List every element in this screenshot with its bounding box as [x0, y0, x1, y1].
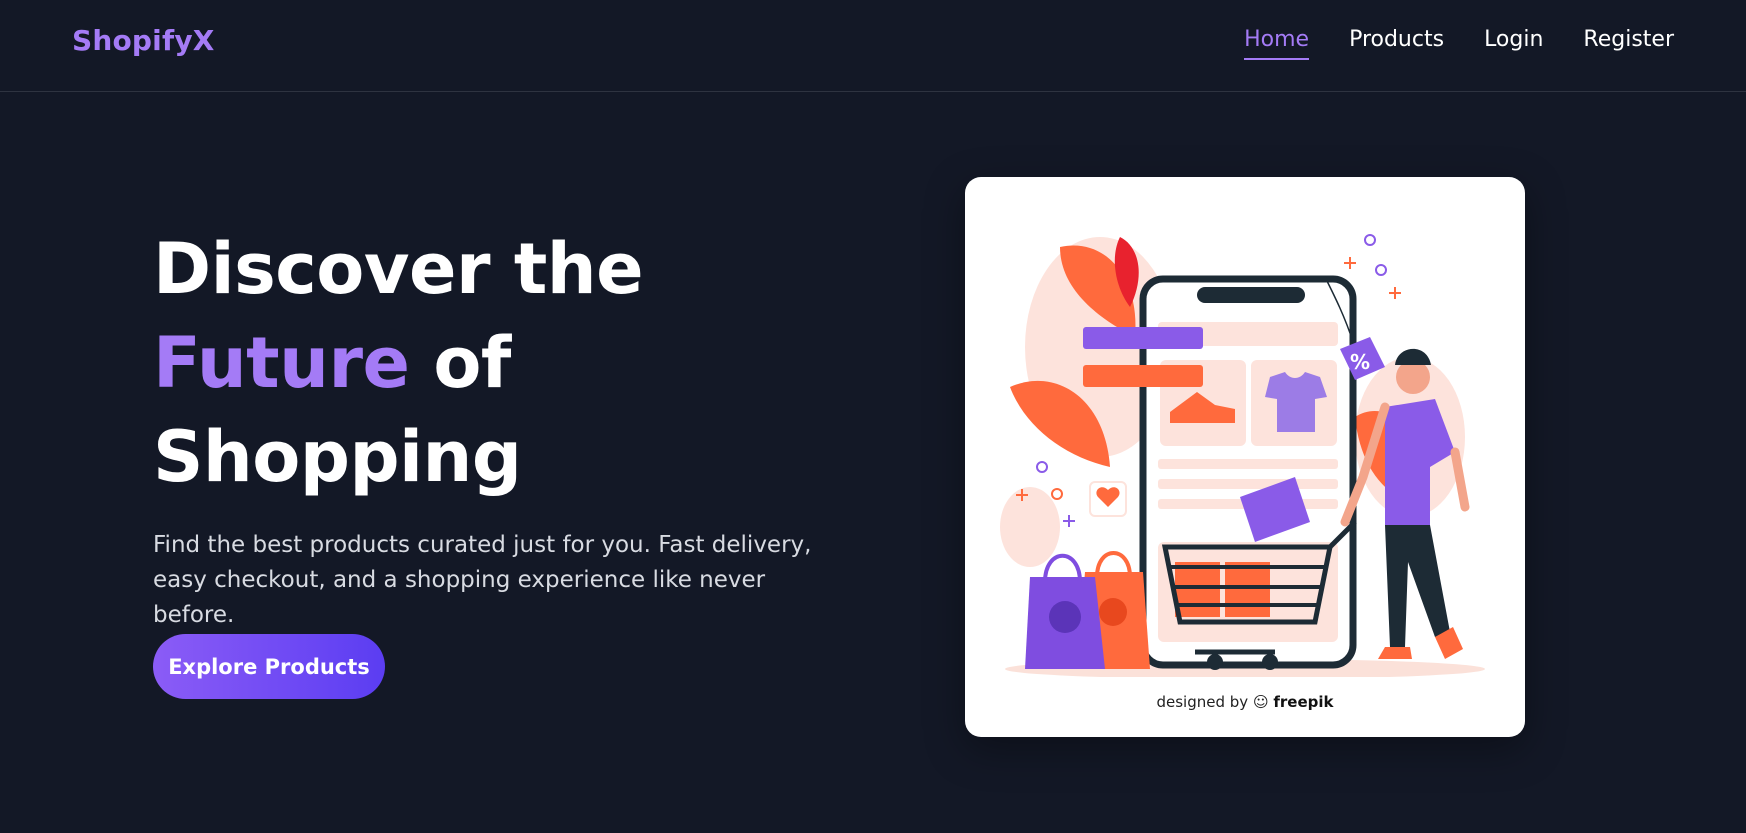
explore-products-button[interactable]: Explore Products	[153, 634, 385, 699]
hero-section: Discover the Future of Shopping Find the…	[153, 222, 873, 633]
hero-title-line3: Shopping	[153, 416, 522, 498]
navbar: ShopifyX Home Products Login Register	[0, 0, 1746, 92]
credit-prefix: designed by	[1156, 693, 1249, 711]
hero-title-accent: Future	[153, 322, 410, 404]
hero-subtitle: Find the best products curated just for …	[153, 532, 812, 628]
hero-title-line1: Discover the	[153, 228, 644, 310]
illustration-credit: designed by ☺ freepik	[965, 693, 1525, 711]
shopping-illustration-icon: %	[1000, 234, 1485, 677]
svg-text:%: %	[1350, 350, 1370, 374]
hero-illustration-card: % designed by ☺ freepik	[965, 177, 1525, 737]
nav-link-register[interactable]: Register	[1583, 26, 1674, 60]
nav-link-login[interactable]: Login	[1484, 26, 1543, 60]
hero-title: Discover the Future of Shopping	[153, 222, 873, 504]
hero-title-line2-rest: of	[409, 322, 511, 404]
brand-logo[interactable]: ShopifyX	[72, 24, 215, 57]
credit-brand: freepik	[1273, 693, 1334, 711]
nav-links: Home Products Login Register	[1244, 26, 1674, 60]
freepik-logo-icon: ☺	[1252, 693, 1269, 711]
nav-link-home[interactable]: Home	[1244, 26, 1310, 60]
nav-link-products[interactable]: Products	[1349, 26, 1444, 60]
